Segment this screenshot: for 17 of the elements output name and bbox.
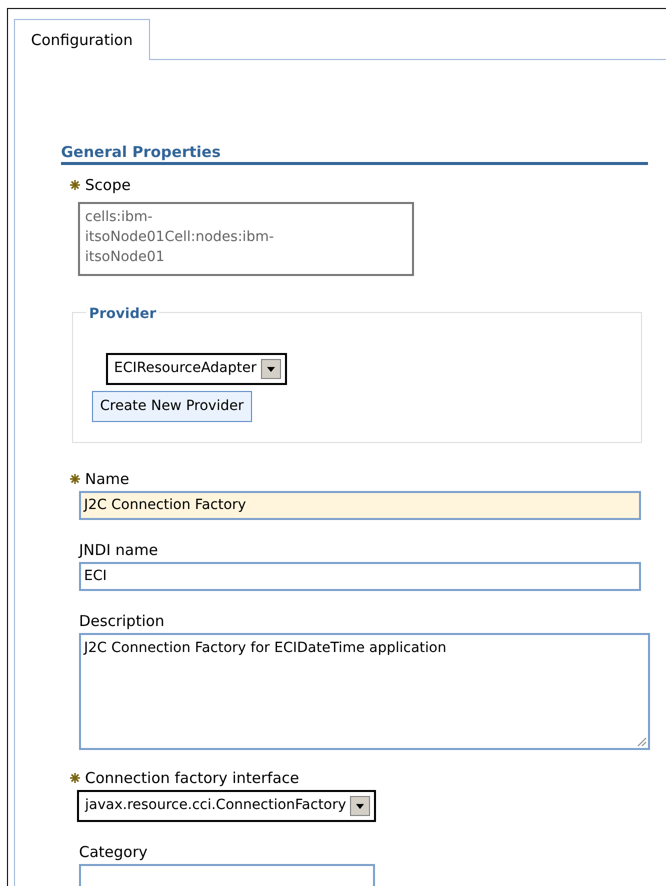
tab[interactable]: Configuration bbox=[14, 19, 150, 60]
field-label: Category bbox=[79, 842, 148, 862]
resize-grip-icon bbox=[635, 734, 647, 746]
field-label: Connection factory interface bbox=[85, 768, 300, 788]
text-field[interactable]: ECI bbox=[79, 562, 641, 590]
field-label: Description bbox=[79, 610, 164, 630]
text-field[interactable]: J2C Connection Factory bbox=[79, 490, 641, 520]
section-heading: General Properties bbox=[61, 142, 648, 165]
provider-select[interactable]: ECIResourceAdapter bbox=[106, 352, 286, 384]
scope-value-box: cells:ibm- itsoNode01Cell:nodes:ibm- itsoNode01 bbox=[78, 202, 414, 276]
create-provider-button[interactable]: Create New Provider bbox=[92, 390, 252, 422]
field-label: Scope bbox=[85, 175, 131, 196]
field-label: JNDI name bbox=[79, 540, 158, 560]
interface-select[interactable]: javax.resource.cci.ConnectionFactory bbox=[77, 790, 376, 822]
field-label: Name bbox=[85, 468, 130, 488]
description-field[interactable]: J2C Connection Factory for ECIDateTime application bbox=[79, 632, 650, 750]
text-field[interactable] bbox=[79, 864, 375, 886]
